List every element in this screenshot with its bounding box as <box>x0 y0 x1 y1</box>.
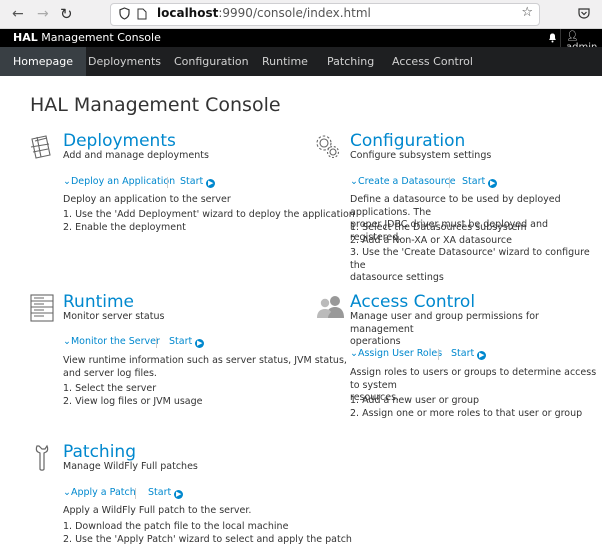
chevron-down-icon: ⌄ <box>63 336 71 347</box>
patching-title[interactable]: Patching <box>63 442 136 462</box>
tab-configuration[interactable]: Configuration <box>161 47 262 76</box>
link-divider <box>135 488 136 499</box>
deployments-icon <box>30 135 51 159</box>
access-control-title[interactable]: Access Control <box>350 292 475 312</box>
step-item: 1. Select the Datasources subsystem <box>350 222 527 233</box>
patching-subtitle: Manage WildFly Full patches <box>63 461 198 472</box>
apply-patch-link[interactable]: ⌄Apply a Patch <box>63 487 136 498</box>
tab-runtime[interactable]: Runtime <box>249 47 321 76</box>
link-divider <box>449 177 450 188</box>
step-item: 1. Add a new user or group <box>350 395 480 406</box>
brand-logo[interactable]: HAL Management Console <box>13 31 161 44</box>
monitor-server-link[interactable]: ⌄Monitor the Server <box>63 336 160 347</box>
pocket-icon[interactable] <box>578 7 590 19</box>
runtime-subtitle: Monitor server status <box>63 311 165 322</box>
runtime-title[interactable]: Runtime <box>63 292 134 312</box>
deployments-start-link[interactable]: Start ▶ <box>180 176 216 188</box>
forward-arrow-icon[interactable]: → <box>37 6 49 22</box>
access-control-subtitle: Manage user and group permissions for ma… <box>350 311 539 347</box>
shield-icon <box>119 7 130 20</box>
patching-steps: 1. Download the patch file to the local … <box>63 521 352 546</box>
configuration-subtitle: Configure subsystem settings <box>350 150 492 161</box>
chevron-down-icon: ⌄ <box>63 176 71 187</box>
arrow-circle-right-icon: ▶ <box>195 339 205 348</box>
deployments-steps: 1. Use the 'Add Deployment' wizard to de… <box>63 209 355 234</box>
step-item: 1. Download the patch file to the local … <box>63 521 289 532</box>
main-navigation: Homepage Deployments Configuration Runti… <box>0 47 602 76</box>
step-item: 2. Use the 'Apply Patch' wizard to selec… <box>63 533 352 545</box>
step-item: 2. Add a Non-XA or XA datasource <box>350 234 512 246</box>
user-icon: 👤︎ <box>566 31 579 42</box>
arrow-circle-right-icon: ▶ <box>174 490 184 499</box>
runtime-start-link[interactable]: Start ▶ <box>169 336 205 348</box>
deployments-title[interactable]: Deployments <box>63 131 176 151</box>
tab-access-control[interactable]: Access Control <box>379 47 486 76</box>
chevron-down-icon: ⌄ <box>350 348 358 359</box>
arrow-circle-right-icon: ▶ <box>477 351 487 360</box>
link-divider <box>438 349 439 360</box>
users-icon <box>317 296 344 318</box>
access-control-steps: 1. Add a new user or group 2. Assign one… <box>350 395 582 420</box>
configuration-start-link[interactable]: Start ▶ <box>462 176 498 188</box>
chevron-down-icon: ⌄ <box>63 487 71 498</box>
deploy-application-link[interactable]: ⌄Deploy an Application <box>63 176 175 187</box>
access-control-start-link[interactable]: Start ▶ <box>451 348 487 360</box>
deployments-description: Deploy an application to the server <box>63 194 231 205</box>
link-divider <box>167 177 168 188</box>
runtime-steps: 1. Select the server 2. View log files o… <box>63 383 203 408</box>
assign-user-roles-link[interactable]: ⌄Assign User Roles <box>350 348 442 359</box>
chevron-down-icon: ⌄ <box>350 176 358 187</box>
server-icon <box>30 294 54 322</box>
patching-start-link[interactable]: Start ▶ <box>148 487 184 499</box>
tab-patching[interactable]: Patching <box>314 47 387 76</box>
gears-icon <box>316 135 340 159</box>
bell-icon[interactable] <box>548 32 557 43</box>
hal-header: HAL Management Console 👤︎ admin <box>0 29 602 53</box>
browser-toolbar: ← → ↻ localhost:9990/console/index.html … <box>0 0 602 29</box>
step-item: 1. Select the server <box>63 383 157 394</box>
arrow-circle-right-icon: ▶ <box>488 179 498 188</box>
step-item: 2. Enable the deployment <box>63 221 186 233</box>
arrow-circle-right-icon: ▶ <box>206 179 216 188</box>
step-item: 2. Assign one or more roles to that user… <box>350 407 583 419</box>
back-arrow-icon[interactable]: ← <box>12 6 24 22</box>
step-item: 1. Use the 'Add Deployment' wizard to de… <box>63 209 355 220</box>
url-text: localhost:9990/console/index.html <box>157 6 371 20</box>
header-divider <box>560 29 561 47</box>
configuration-steps: 1. Select the Datasources subsystem 2. A… <box>350 222 602 285</box>
configuration-title[interactable]: Configuration <box>350 131 465 151</box>
url-bar[interactable]: localhost:9990/console/index.html ☆ <box>110 3 540 26</box>
page-icon <box>137 8 147 20</box>
step-item: datasource settings <box>350 272 444 283</box>
runtime-description: View runtime information such as server … <box>63 355 347 379</box>
patching-description: Apply a WildFly Full patch to the server… <box>63 505 252 516</box>
create-datasource-link[interactable]: ⌄Create a Datasource <box>350 176 456 187</box>
reload-icon[interactable]: ↻ <box>60 6 73 22</box>
link-divider <box>156 337 157 348</box>
bookmark-star-icon[interactable]: ☆ <box>521 5 533 20</box>
step-item: 2. View log files or JVM usage <box>63 395 203 407</box>
wrench-icon <box>35 444 49 471</box>
step-item: 3. Use the 'Create Datasource' wizard to… <box>350 247 590 271</box>
deployments-subtitle: Add and manage deployments <box>63 150 209 161</box>
tab-homepage[interactable]: Homepage <box>0 47 86 76</box>
tab-deployments[interactable]: Deployments <box>75 47 174 76</box>
page-title: HAL Management Console <box>30 94 281 116</box>
